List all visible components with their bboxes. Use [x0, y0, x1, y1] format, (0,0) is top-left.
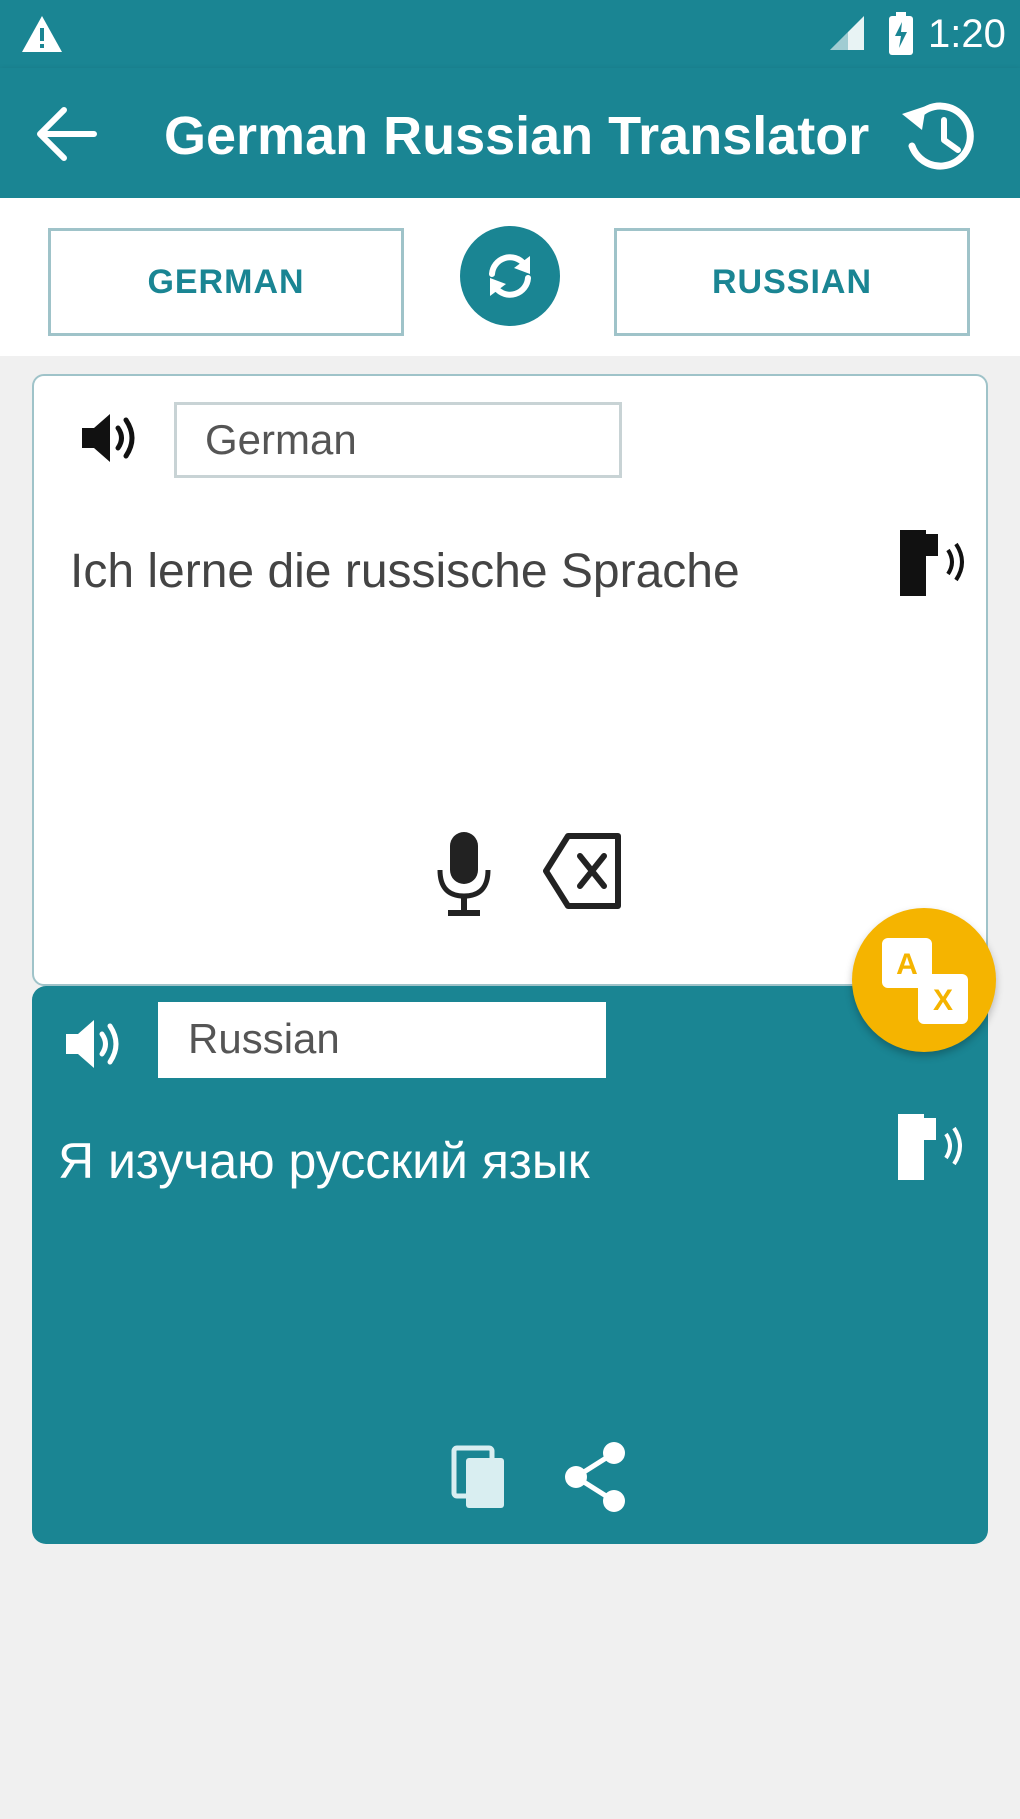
history-icon[interactable] [896, 94, 982, 180]
swap-icon [489, 254, 531, 298]
output-card: Russian Я изучаю русский язык [32, 986, 988, 1544]
back-arrow-icon[interactable] [30, 98, 102, 170]
warning-icon [22, 16, 62, 52]
source-language-field[interactable]: German [174, 402, 622, 478]
input-card: German Ich lerne die russische Sprache [32, 374, 988, 986]
speaker-icon[interactable] [78, 408, 142, 468]
microphone-icon[interactable] [432, 830, 496, 920]
svg-text:X: X [933, 984, 953, 1017]
share-icon[interactable] [562, 1440, 628, 1514]
swap-languages-button[interactable] [460, 226, 560, 326]
svg-text:A: A [896, 948, 918, 981]
copy-icon[interactable] [450, 1444, 510, 1512]
source-language-button[interactable]: GERMAN [48, 228, 404, 336]
source-text-input[interactable]: Ich lerne die russische Sprache [70, 544, 740, 599]
translate-icon: A X [882, 938, 968, 1024]
status-bar: 1:20 [0, 0, 1020, 68]
target-language-button[interactable]: RUSSIAN [614, 228, 970, 336]
text-to-speech-icon[interactable] [900, 528, 970, 598]
status-time: 1:20 [928, 12, 1006, 56]
speaker-icon[interactable] [62, 1014, 126, 1074]
text-to-speech-icon[interactable] [898, 1112, 968, 1182]
translate-button[interactable]: A X [852, 908, 996, 1052]
battery-icon [889, 12, 913, 55]
page-title: German Russian Translator [164, 106, 870, 166]
language-selector: GERMAN RUSSIAN [0, 198, 1020, 356]
app-bar: German Russian Translator [0, 68, 1020, 198]
clear-icon[interactable] [542, 830, 624, 912]
target-language-field[interactable]: Russian [158, 1002, 606, 1078]
signal-icon [830, 16, 864, 50]
translated-text: Я изучаю русский язык [58, 1133, 590, 1189]
